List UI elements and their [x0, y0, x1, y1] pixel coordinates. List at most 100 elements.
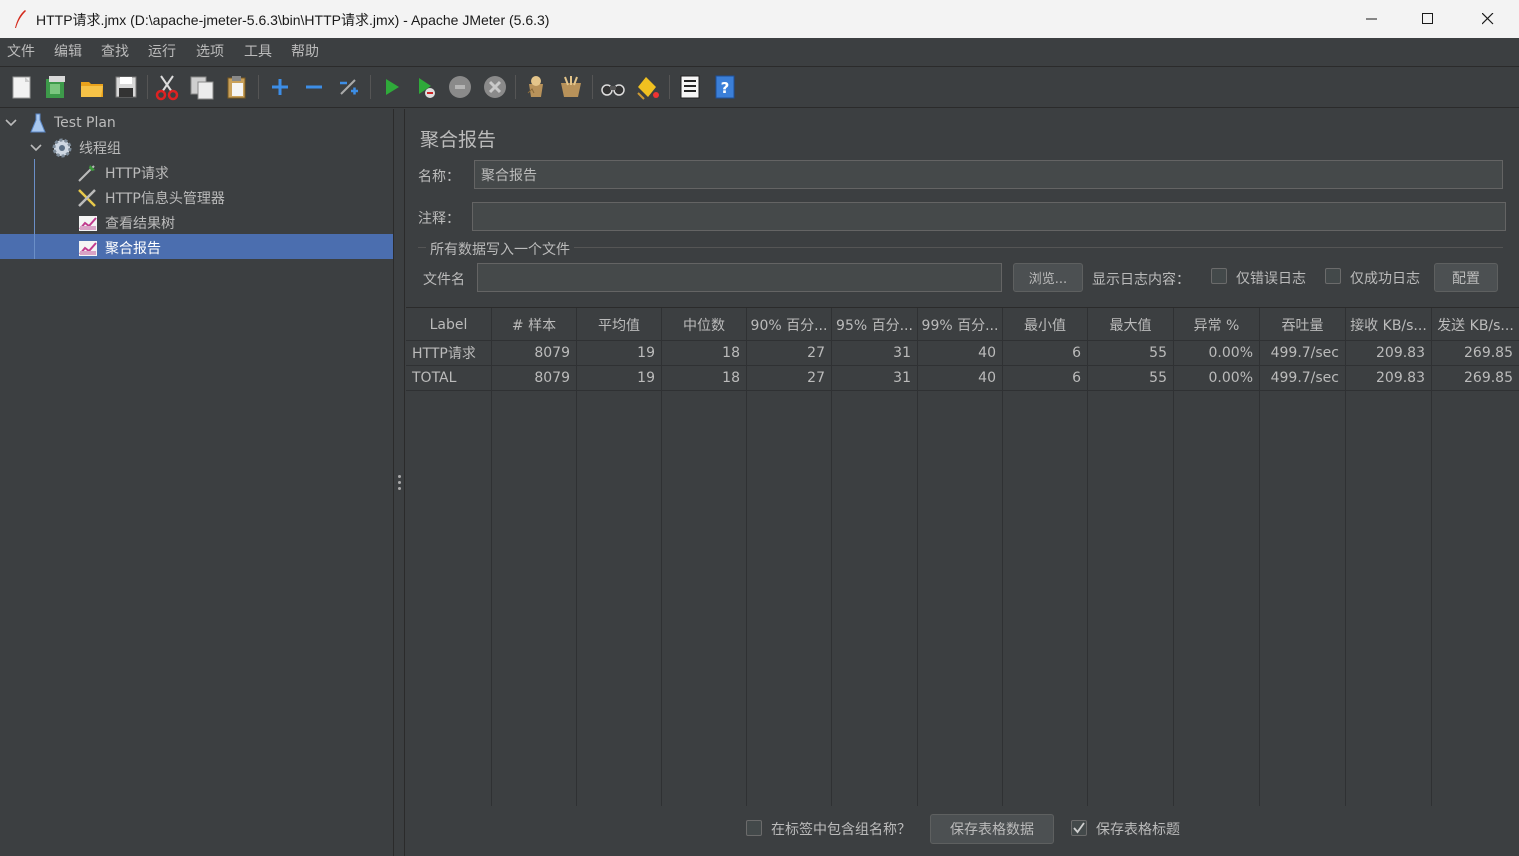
sampler-icon: [78, 164, 95, 182]
table-cell: 0.00%: [1208, 369, 1253, 386]
checkmark-icon: [1073, 822, 1085, 834]
function-helper-icon[interactable]: [676, 73, 704, 101]
templates-icon[interactable]: [42, 73, 70, 101]
search-icon[interactable]: [599, 73, 627, 101]
tree-item-header-manager[interactable]: HTTP信息头管理器: [76, 185, 225, 210]
browse-button[interactable]: 浏览...: [1013, 263, 1083, 292]
help-icon[interactable]: ?: [711, 73, 739, 101]
toggle-icon[interactable]: [335, 73, 363, 101]
menu-run[interactable]: 运行: [148, 41, 176, 61]
tree-item-label: Test Plan: [54, 114, 116, 131]
log-content-label: 显示日志内容：: [1092, 272, 1190, 288]
table-cell: 499.7/sec: [1270, 369, 1339, 386]
column-header[interactable]: Label: [406, 308, 491, 341]
tree-selection-highlight: [0, 234, 393, 259]
column-header[interactable]: 接收 KB/s...: [1346, 308, 1431, 341]
minimize-icon: [1366, 18, 1377, 20]
split-pane-divider[interactable]: [394, 109, 405, 856]
column-header[interactable]: 95% 百分...: [832, 308, 917, 341]
svg-text:?: ?: [721, 79, 730, 97]
column-header[interactable]: 平均值: [577, 308, 661, 341]
column-header[interactable]: 异常 %: [1174, 308, 1259, 341]
include-group-checkbox[interactable]: [746, 820, 762, 836]
cut-icon[interactable]: [153, 73, 181, 101]
reset-search-icon[interactable]: [634, 73, 662, 101]
copy-icon[interactable]: [188, 73, 216, 101]
menu-file[interactable]: 文件: [7, 41, 35, 61]
tree-item-http-request[interactable]: HTTP请求: [76, 160, 169, 185]
table-cell: 18: [722, 344, 740, 361]
comment-label: 注释：: [418, 211, 460, 227]
filename-field[interactable]: [477, 263, 1002, 292]
chevron-down-icon[interactable]: [4, 116, 18, 130]
maximize-button[interactable]: [1400, 0, 1456, 38]
name-field[interactable]: 聚合报告: [474, 160, 1503, 189]
tree-item-test-plan[interactable]: Test Plan: [4, 110, 116, 135]
clear-icon[interactable]: [522, 73, 550, 101]
save-header-label: 保存表格标题: [1096, 822, 1180, 838]
save-icon[interactable]: [112, 73, 140, 101]
expand-icon[interactable]: [266, 73, 294, 101]
column-header[interactable]: # 样本: [492, 308, 576, 341]
column-header[interactable]: 最小值: [1003, 308, 1087, 341]
table-cell: 8079: [534, 369, 570, 386]
test-plan-icon: [30, 113, 46, 132]
comment-field[interactable]: [472, 202, 1506, 231]
open-icon[interactable]: [78, 73, 106, 101]
start-icon[interactable]: [377, 73, 405, 101]
aggregate-report-panel: 聚合报告 名称： 聚合报告 注释： 所有数据写入一个文件 文件名 浏览... 显…: [406, 109, 1519, 856]
new-icon[interactable]: [8, 73, 36, 101]
table-cell: 31: [893, 344, 911, 361]
bottom-bar: 在标签中包含组名称？ 保存表格数据 保存表格标题: [406, 806, 1519, 856]
toolbar: ?: [0, 66, 1519, 108]
table-cell: 499.7/sec: [1270, 344, 1339, 361]
menu-tools[interactable]: 工具: [244, 41, 272, 61]
jmeter-feather-icon: [15, 10, 26, 28]
table-cell: 40: [978, 344, 996, 361]
errors-only-checkbox[interactable]: [1211, 268, 1227, 284]
close-button[interactable]: [1460, 0, 1516, 38]
table-cell: 6: [1072, 369, 1081, 386]
table-cell: 209.83: [1376, 369, 1425, 386]
file-group-title: 所有数据写入一个文件: [426, 239, 574, 259]
stop-icon[interactable]: [446, 73, 474, 101]
table-cell: TOTAL: [412, 369, 457, 386]
listener-icon: [79, 240, 97, 256]
close-icon: [1482, 13, 1494, 25]
name-label: 名称：: [418, 169, 460, 185]
menu-help[interactable]: 帮助: [291, 41, 319, 61]
shutdown-icon[interactable]: [481, 73, 509, 101]
save-table-button[interactable]: 保存表格数据: [930, 814, 1054, 844]
table-cell: 27: [807, 344, 825, 361]
clear-all-icon[interactable]: [557, 73, 585, 101]
chevron-down-icon[interactable]: [29, 141, 43, 155]
table-cell: 269.85: [1464, 369, 1513, 386]
tree-item-thread-group[interactable]: 线程组: [29, 135, 121, 160]
column-header[interactable]: 发送 KB/s...: [1432, 308, 1519, 341]
menu-options[interactable]: 选项: [196, 41, 224, 61]
configure-button[interactable]: 配置: [1434, 263, 1498, 292]
table-cell: 19: [637, 369, 655, 386]
collapse-icon[interactable]: [300, 73, 328, 101]
window-title: HTTP请求.jmx (D:\apache-jmeter-5.6.3\bin\H…: [36, 12, 550, 28]
table-cell: HTTP请求: [412, 345, 476, 362]
column-header[interactable]: 99% 百分...: [918, 308, 1002, 341]
column-header[interactable]: 吞吐量: [1260, 308, 1345, 341]
tree-item-aggregate-report[interactable]: 聚合报告: [78, 235, 161, 260]
table-cell: 269.85: [1464, 344, 1513, 361]
save-header-checkbox[interactable]: [1071, 820, 1087, 836]
column-header[interactable]: 最大值: [1088, 308, 1173, 341]
column-header[interactable]: 90% 百分...: [747, 308, 831, 341]
column-header[interactable]: 中位数: [662, 308, 746, 341]
success-only-checkbox[interactable]: [1325, 268, 1341, 284]
start-no-pause-icon[interactable]: [412, 73, 440, 101]
test-plan-tree: Test Plan 线程组 HTTP请求 HTTP信息头管理器 查看结果树 聚合…: [0, 109, 394, 856]
menu-edit[interactable]: 编辑: [54, 41, 82, 61]
tree-item-label: HTTP请求: [105, 165, 169, 182]
menu-search[interactable]: 查找: [101, 41, 129, 61]
tree-item-view-results-tree[interactable]: 查看结果树: [78, 210, 175, 235]
success-only-label: 仅成功日志: [1350, 271, 1420, 287]
tree-item-label: 聚合报告: [105, 240, 161, 257]
minimize-button[interactable]: [1344, 0, 1400, 38]
paste-icon[interactable]: [223, 73, 251, 101]
